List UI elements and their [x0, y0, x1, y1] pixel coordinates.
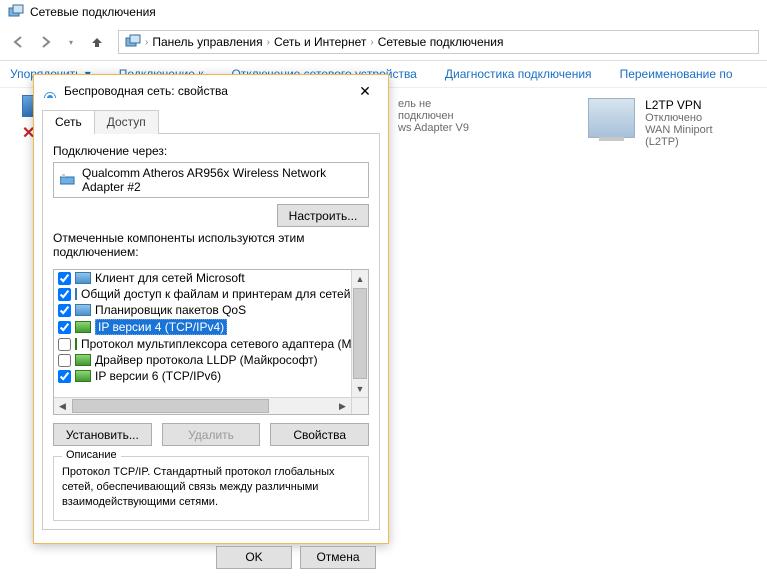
protocol-icon: [75, 338, 77, 350]
component-label: Планировщик пакетов QoS: [95, 303, 246, 317]
component-label: Протокол мультиплексора сетевого адаптер…: [81, 337, 351, 351]
chevron-right-icon: ›: [267, 37, 270, 48]
dialog-title-text: Беспроводная сеть: свойства: [64, 84, 228, 98]
protocol-icon: [75, 370, 91, 382]
component-row[interactable]: Общий доступ к файлам и принтерам для се…: [54, 286, 351, 302]
component-label: Общий доступ к файлам и принтерам для се…: [81, 287, 351, 301]
connection-text: L2TP VPN Отключено WAN Miniport (L2TP): [645, 98, 747, 148]
nav-up-button[interactable]: [86, 31, 108, 53]
connection-item-l2tp[interactable]: L2TP VPN Отключено WAN Miniport (L2TP): [588, 98, 747, 148]
remove-button: Удалить: [162, 423, 261, 446]
component-row[interactable]: Драйвер протокола LLDP (Майкрософт): [54, 352, 351, 368]
address-bar[interactable]: › Панель управления › Сеть и Интернет › …: [118, 30, 759, 54]
component-buttons-row: Установить... Удалить Свойства: [53, 423, 369, 446]
component-checkbox[interactable]: [58, 272, 71, 285]
component-checkbox[interactable]: [58, 288, 71, 301]
nav-forward-button[interactable]: [34, 31, 56, 53]
component-row[interactable]: Клиент для сетей Microsoft: [54, 270, 351, 286]
properties-button[interactable]: Свойства: [270, 423, 369, 446]
description-text: Протокол TCP/IP. Стандартный протокол гл…: [62, 465, 360, 510]
connection-name: L2TP VPN: [645, 98, 747, 112]
dialog-title-bar: Беспроводная сеть: свойства ✕: [34, 75, 388, 107]
scroll-left-icon[interactable]: ◀: [54, 398, 71, 414]
component-label: Драйвер протокола LLDP (Майкрософт): [95, 353, 318, 367]
breadcrumb-label: Панель управления: [152, 35, 262, 49]
component-label: Клиент для сетей Microsoft: [95, 271, 245, 285]
component-label: IP версии 4 (TCP/IPv4): [95, 319, 227, 335]
component-row[interactable]: IP версии 6 (TCP/IPv6): [54, 368, 351, 384]
adapter-icon: [60, 172, 76, 188]
connection-status: ель не подключен: [398, 98, 488, 122]
diagnose-button[interactable]: Диагностика подключения: [445, 67, 592, 81]
breadcrumb[interactable]: Сеть и Интернет: [274, 35, 366, 49]
scrollbar-thumb[interactable]: [72, 399, 269, 413]
protocol-icon: [75, 354, 91, 366]
explorer-title-text: Сетевые подключения: [30, 5, 156, 19]
tab-network[interactable]: Сеть: [42, 110, 95, 134]
network-connections-icon: [8, 4, 24, 20]
wifi-icon: [42, 83, 58, 99]
component-row[interactable]: Планировщик пакетов QoS: [54, 302, 351, 318]
components-label: Отмеченные компоненты используются этим …: [53, 231, 369, 259]
component-checkbox[interactable]: [58, 321, 71, 334]
ok-button[interactable]: OK: [216, 546, 292, 569]
nav-bar: ▾ › Панель управления › Сеть и Интернет …: [0, 24, 767, 61]
scrollbar-thumb[interactable]: [353, 288, 367, 379]
breadcrumb-label: Сеть и Интернет: [274, 35, 366, 49]
connection-text: ель не подключен ws Adapter V9: [398, 98, 488, 134]
components-listbox[interactable]: Клиент для сетей Microsoft Общий доступ к…: [53, 269, 369, 415]
connection-status: Отключено: [645, 112, 747, 124]
chevron-right-icon: ›: [145, 37, 148, 48]
breadcrumb-label: Сетевые подключения: [378, 35, 504, 49]
connection-device: ws Adapter V9: [398, 122, 488, 134]
tab-panel-network: Подключение через: Qualcomm Atheros AR95…: [42, 133, 380, 530]
component-checkbox[interactable]: [58, 338, 71, 351]
nav-recent-dropdown[interactable]: ▾: [60, 31, 82, 53]
address-bar-icon: [125, 34, 141, 50]
properties-dialog: Беспроводная сеть: свойства ✕ Сеть Досту…: [33, 74, 389, 544]
nav-back-button[interactable]: [8, 31, 30, 53]
connection-item-partial[interactable]: ель не подключен ws Adapter V9: [398, 98, 488, 148]
service-icon: [75, 288, 77, 300]
component-row[interactable]: IP версии 4 (TCP/IPv4): [54, 318, 351, 336]
cancel-button[interactable]: Отмена: [300, 546, 376, 569]
component-checkbox[interactable]: [58, 354, 71, 367]
configure-button[interactable]: Настроить...: [277, 204, 369, 227]
tab-strip: Сеть Доступ: [34, 109, 388, 133]
tab-access[interactable]: Доступ: [94, 110, 159, 134]
protocol-icon: [75, 321, 91, 333]
horizontal-scrollbar[interactable]: ◀ ▶: [54, 397, 351, 414]
connection-device: WAN Miniport (L2TP): [645, 124, 747, 148]
scrollbar-corner: [351, 397, 368, 414]
component-row[interactable]: Протокол мультиплексора сетевого адаптер…: [54, 336, 351, 352]
close-button[interactable]: ✕: [350, 81, 380, 101]
breadcrumb[interactable]: Панель управления: [152, 35, 262, 49]
adapter-field: Qualcomm Atheros AR956x Wireless Network…: [53, 162, 369, 198]
vertical-scrollbar[interactable]: ▲ ▼: [351, 270, 368, 397]
scroll-right-icon[interactable]: ▶: [334, 398, 351, 414]
description-group: Описание Протокол TCP/IP. Стандартный пр…: [53, 456, 369, 521]
scroll-up-icon[interactable]: ▲: [352, 270, 368, 287]
service-icon: [75, 304, 91, 316]
component-checkbox[interactable]: [58, 370, 71, 383]
rename-button[interactable]: Переименование по: [620, 67, 733, 81]
install-button[interactable]: Установить...: [53, 423, 152, 446]
component-label: IP версии 6 (TCP/IPv6): [95, 369, 221, 383]
connect-via-label: Подключение через:: [53, 144, 369, 158]
service-icon: [75, 272, 91, 284]
explorer-title-bar: Сетевые подключения: [0, 0, 767, 24]
breadcrumb[interactable]: Сетевые подключения: [378, 35, 504, 49]
description-legend: Описание: [62, 449, 121, 461]
scroll-down-icon[interactable]: ▼: [352, 380, 368, 397]
component-checkbox[interactable]: [58, 304, 71, 317]
monitor-icon: [588, 98, 635, 138]
adapter-name: Qualcomm Atheros AR956x Wireless Network…: [82, 166, 362, 194]
dialog-button-row: OK Отмена: [34, 538, 388, 577]
chevron-right-icon: ›: [370, 37, 373, 48]
